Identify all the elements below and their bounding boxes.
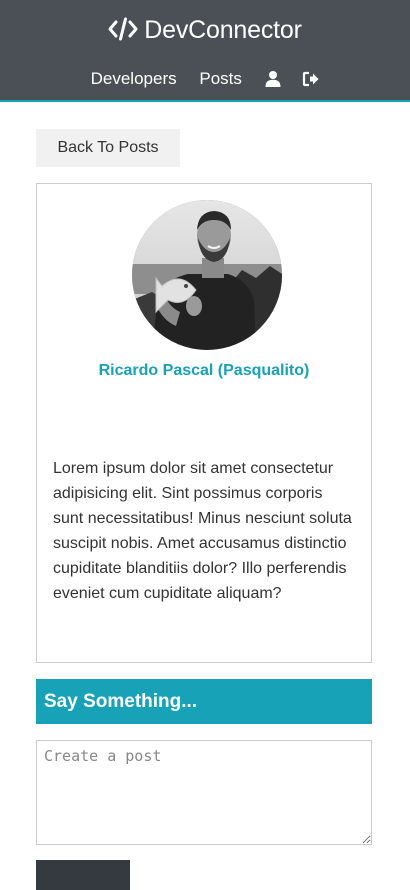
back-to-posts-button[interactable]: Back To Posts [36,129,180,167]
nav-links: Developers Posts [0,66,410,91]
navbar: DevConnector Developers Posts [0,0,410,102]
user-icon[interactable] [264,70,282,88]
create-post-textarea[interactable] [36,740,372,845]
author-name[interactable]: Ricardo Pascal (Pasqualito) [37,360,371,382]
sign-out-icon[interactable] [302,70,320,88]
post-text: Lorem ipsum dolor sit amet consectetur a… [53,460,352,602]
submit-button[interactable] [36,860,130,890]
avatar[interactable] [132,200,282,350]
nav-link-developers[interactable]: Developers [91,67,177,91]
code-icon [108,17,138,41]
comment-form-header: Say Something... [36,679,372,724]
brand-link[interactable]: DevConnector [0,16,410,44]
nav-link-posts[interactable]: Posts [199,67,242,91]
brand-label: DevConnector [144,16,302,44]
post-card: Ricardo Pascal (Pasqualito) Lorem ipsum … [36,183,372,663]
